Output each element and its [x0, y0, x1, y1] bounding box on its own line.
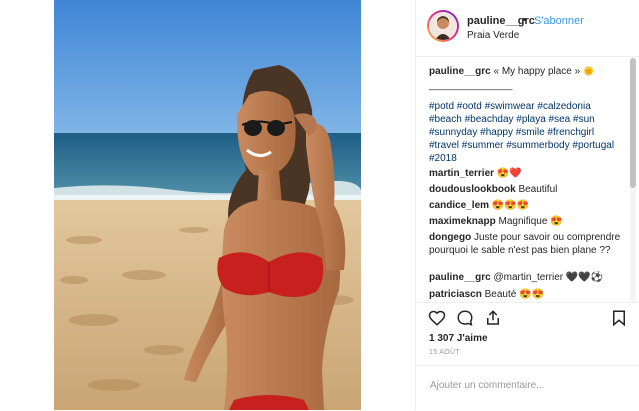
share-icon [487, 310, 499, 325]
comment-button[interactable] [456, 309, 476, 329]
post-date[interactable]: 15 AOÛT [429, 349, 460, 356]
add-comment-section [416, 365, 639, 411]
caption-hashtags[interactable]: #potd #ootd #swimwear #calzedonia #beach… [429, 100, 619, 165]
comment-item: martin_terrier 😍❤️ [429, 167, 625, 180]
share-button[interactable] [484, 309, 504, 329]
comment-username[interactable]: doudouslookbook [429, 184, 516, 195]
follow-button[interactable]: S'abonner [534, 15, 584, 27]
caption-separator: _______________ [429, 80, 513, 91]
comment-username[interactable]: maximeknapp [429, 216, 496, 227]
comments-list[interactable]: pauline__grc « My happy place » 🌞 ______… [416, 57, 639, 305]
comment-text: Beautiful [518, 184, 558, 195]
separator-dot: • [523, 14, 527, 26]
like-count[interactable]: 1 307 J'aime [429, 333, 488, 344]
comments-scrollbar[interactable] [630, 58, 636, 302]
avatar-image [429, 12, 457, 40]
comment-item: doudouslookbook Beautiful [429, 183, 625, 196]
heart-icon [428, 310, 446, 326]
instagram-post-modal: pauline__grc • S'abonner Praia Verde pau… [0, 0, 639, 410]
comment-text: Beauté 😍😍 [484, 289, 544, 300]
comment-item: maximeknapp Magnifique 😍 [429, 215, 625, 228]
caption-emoji: 🌞 [582, 66, 595, 76]
comment-item: dongego Juste pour savoir ou comprendre … [429, 231, 625, 257]
comment-username[interactable]: candice_lem [429, 200, 489, 211]
comment-text: @martin_terrier 🖤🖤⚽ [493, 272, 604, 283]
comment-icon [457, 310, 473, 326]
comment-input[interactable] [428, 376, 622, 394]
save-button[interactable] [610, 309, 630, 329]
caption-text: « My happy place » [493, 66, 581, 77]
post-header: pauline__grc • S'abonner Praia Verde [416, 0, 639, 57]
comment-username[interactable]: patriciascn [429, 289, 482, 300]
comment-username[interactable]: martin_terrier [429, 168, 494, 179]
post-photo[interactable] [54, 0, 361, 410]
comment-text: Magnifique 😍 [498, 216, 563, 227]
post-location[interactable]: Praia Verde [467, 30, 519, 41]
comment-username[interactable]: pauline__grc [429, 272, 491, 283]
comment-text: 😍😍😍 [491, 200, 530, 211]
comment-item: patriciascn Beauté 😍😍 [429, 288, 625, 301]
comment-item: candice_lem 😍😍😍 [429, 199, 625, 212]
beach-photo-image [54, 0, 361, 410]
bookmark-icon [613, 310, 625, 327]
caption-username[interactable]: pauline__grc [429, 66, 491, 77]
comment-item: pauline__grc @martin_terrier 🖤🖤⚽ [429, 271, 625, 284]
avatar[interactable] [427, 10, 459, 42]
comment-username[interactable]: dongego [429, 232, 471, 243]
caption: pauline__grc « My happy place » 🌞 [429, 65, 594, 78]
post-side-panel: pauline__grc • S'abonner Praia Verde pau… [415, 0, 639, 410]
comment-text: 😍❤️ [496, 168, 522, 179]
scrollbar-thumb[interactable] [630, 58, 636, 188]
like-button[interactable] [428, 309, 448, 329]
